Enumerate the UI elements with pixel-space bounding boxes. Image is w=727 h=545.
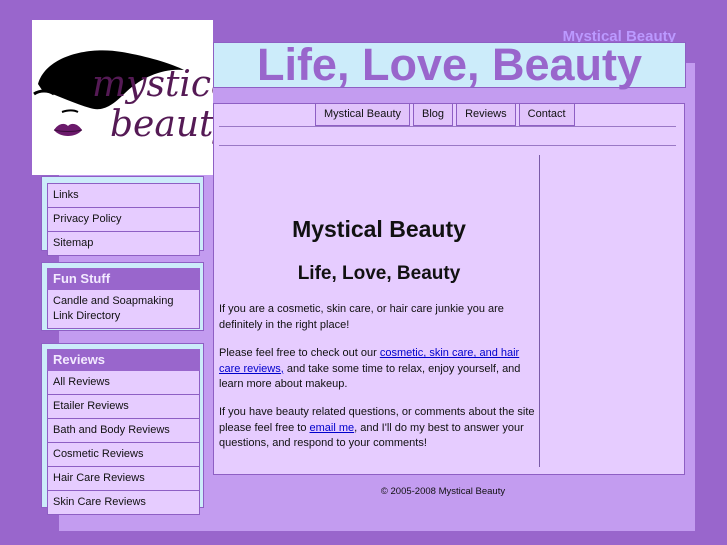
contact-paragraph: If you have beauty related questions, or…: [219, 405, 537, 452]
reviews-paragraph-text-a: Please feel free to check out our: [219, 347, 380, 359]
nav-contact[interactable]: Contact: [518, 104, 575, 126]
reviews-paragraph: Please feel free to check out our cosmet…: [219, 346, 537, 393]
sidebar-heading-fun-stuff: Fun Stuff: [47, 268, 200, 290]
column-divider: [539, 155, 540, 467]
logo-graphic: mystical beauty: [33, 50, 213, 145]
logo-text-line1: mystical: [92, 64, 213, 105]
sidebar-item-skin-care-reviews[interactable]: Skin Care Reviews: [47, 491, 200, 515]
sidebar-item-cosmetic-reviews[interactable]: Cosmetic Reviews: [47, 443, 200, 467]
top-nav: Mystical Beauty Blog Reviews Contact: [315, 104, 575, 126]
logo[interactable]: mystical beauty: [32, 20, 213, 175]
footer-copyright: © 2005-2008 Mystical Beauty: [380, 486, 506, 497]
sidebar-heading-reviews: Reviews: [47, 349, 200, 371]
sidebar-fun-stuff-box: Fun Stuff Candle and Soapmaking Link Dir…: [41, 262, 204, 331]
divider: [219, 126, 676, 127]
intro-paragraph: If you are a cosmetic, skin care, or hai…: [219, 303, 504, 331]
sidebar-item-sitemap[interactable]: Sitemap: [47, 232, 200, 256]
sidebar-item-all-reviews[interactable]: All Reviews: [47, 371, 200, 395]
nav-mystical-beauty[interactable]: Mystical Beauty: [315, 104, 411, 126]
sidebar-item-bath-body-reviews[interactable]: Bath and Body Reviews: [47, 419, 200, 443]
sidebar-item-privacy-policy[interactable]: Privacy Policy: [47, 208, 200, 232]
sidebar-item-hair-care-reviews[interactable]: Hair Care Reviews: [47, 467, 200, 491]
main-heading: Mystical Beauty: [292, 216, 466, 242]
sidebar-item-etailer-reviews[interactable]: Etailer Reviews: [47, 395, 200, 419]
nav-blog[interactable]: Blog: [413, 104, 454, 126]
site-title: Life, Love, Beauty: [256, 39, 643, 90]
header-banner: Life, Love, Beauty: [213, 39, 686, 90]
sidebar-reviews-box: Reviews All Reviews Etailer Reviews Bath…: [41, 343, 204, 515]
sidebar-item-links[interactable]: Links: [47, 183, 200, 208]
email-link[interactable]: email me: [310, 422, 355, 434]
nav-reviews[interactable]: Reviews: [456, 104, 516, 126]
sidebar-links-box: Links Privacy Policy Sitemap: [41, 176, 204, 256]
divider: [219, 145, 676, 146]
main-subheading: Life, Love, Beauty: [297, 263, 461, 284]
sidebar-item-candle-soapmaking[interactable]: Candle and Soapmaking Link Directory: [47, 290, 200, 329]
logo-text-line2: beauty: [110, 104, 213, 145]
main-content: Mystical Beauty Blog Reviews Contact Mys…: [213, 103, 685, 475]
